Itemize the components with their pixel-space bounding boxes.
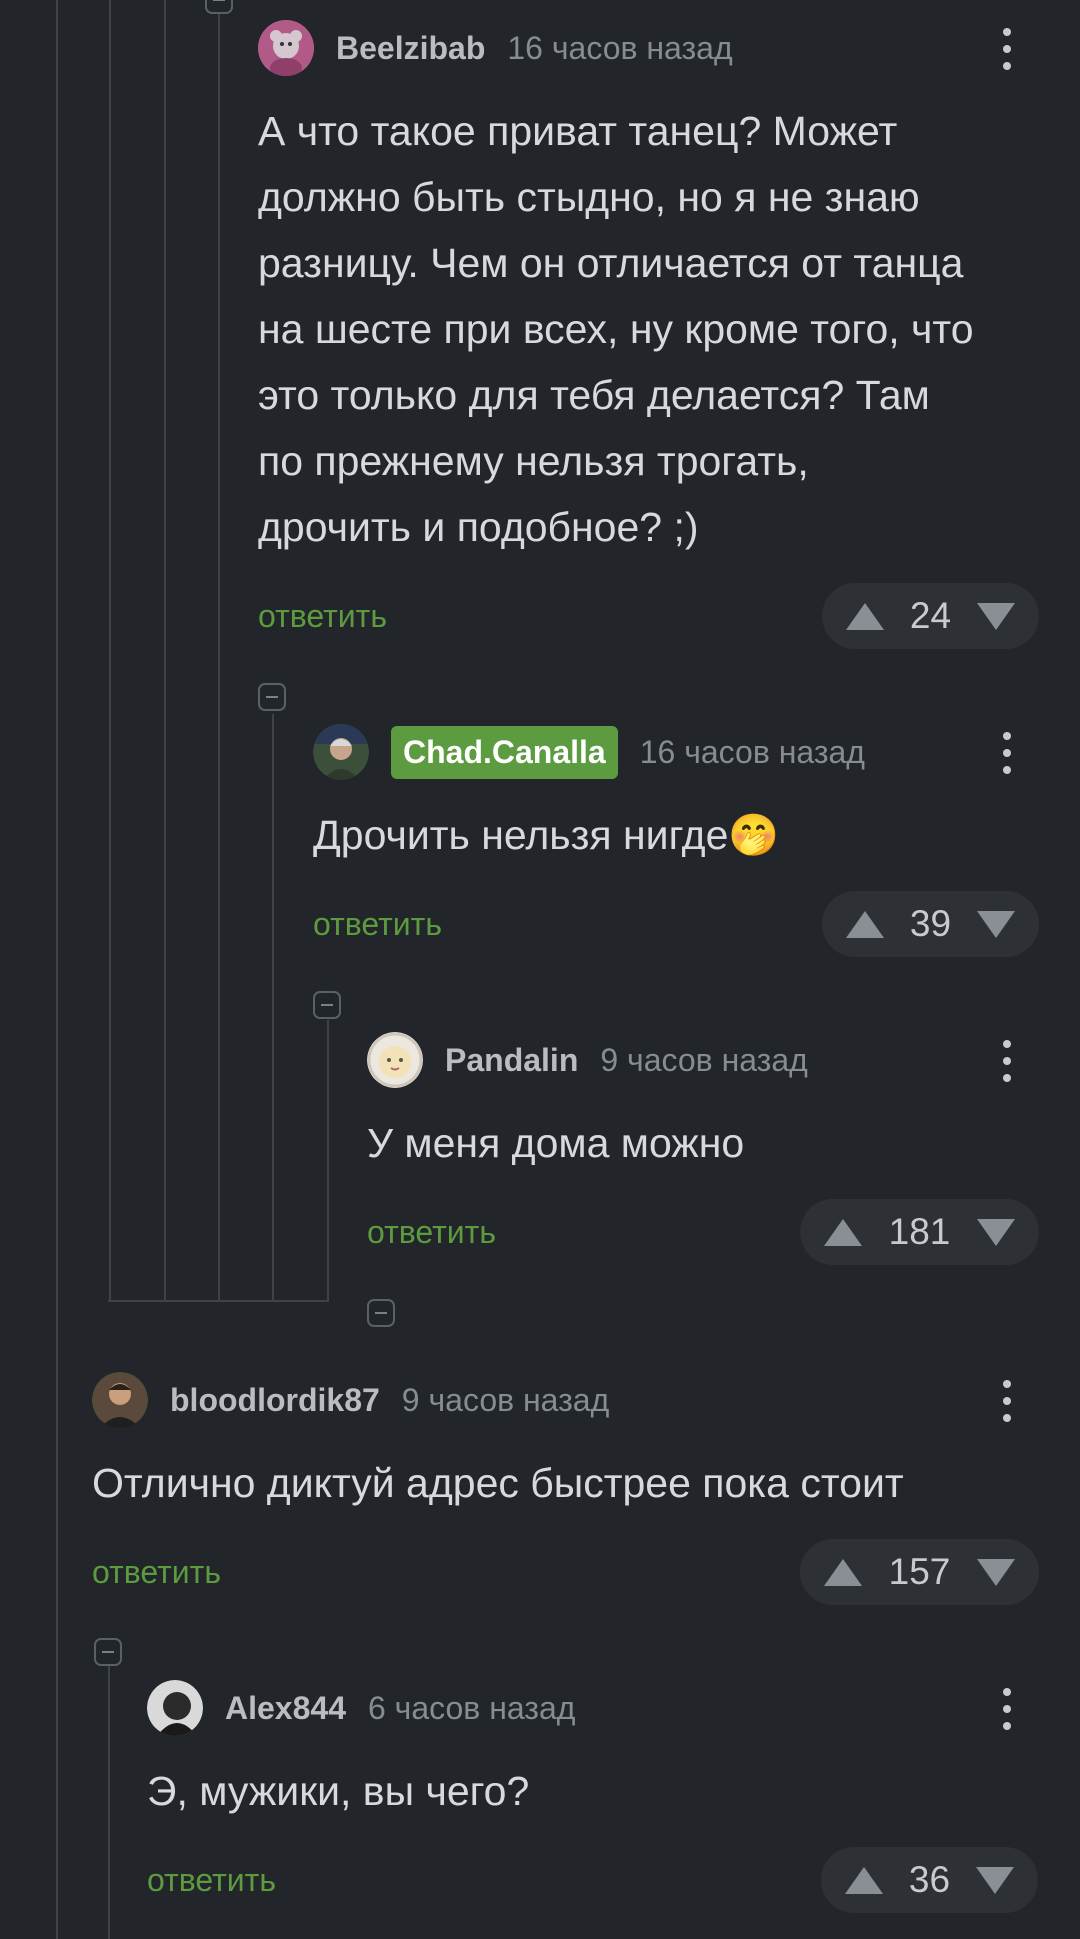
author-name[interactable]: Beelzibab xyxy=(336,30,485,67)
comment-text-line: Отлично диктуй адрес быстрее пока стоит xyxy=(92,1460,904,1506)
author-name[interactable]: Pandalin xyxy=(445,1042,578,1079)
comment-text-line: Дрочить нельзя нигде🤭 xyxy=(313,812,780,858)
reply-link[interactable]: ответить xyxy=(258,598,387,635)
comment-text: У меня дома можно xyxy=(367,1110,1047,1176)
avatar[interactable] xyxy=(258,20,314,76)
comment-text-line: на шесте при всех, ну кроме того, что xyxy=(258,306,974,352)
thread-line xyxy=(108,1300,329,1302)
comment-text-line: Э, мужики, вы чего? xyxy=(147,1768,530,1814)
rating-score: 39 xyxy=(909,903,952,944)
comment-text: Э, мужики, вы чего? xyxy=(147,1758,1047,1824)
rating-control: 39 xyxy=(822,891,1039,957)
rating-score: 24 xyxy=(909,595,952,636)
kebab-menu-icon[interactable] xyxy=(1001,1036,1013,1084)
comment-text-line: разницу. Чем он отличается от танца xyxy=(258,240,964,286)
triangle-down-icon[interactable] xyxy=(977,910,1015,938)
rating-score: 36 xyxy=(908,1859,951,1900)
thread-line xyxy=(327,1020,329,1300)
comment-header: bloodlordik87 9 часов назад xyxy=(92,1372,609,1428)
thread-line xyxy=(272,714,274,1300)
comment-time: 9 часов назад xyxy=(600,1041,808,1078)
triangle-down-icon[interactable] xyxy=(976,1218,1015,1246)
collapse-minus-icon[interactable] xyxy=(313,991,341,1019)
collapse-minus-icon[interactable] xyxy=(205,0,233,14)
comment-header: Alex844 6 часов назад xyxy=(147,1680,575,1736)
reply-link[interactable]: ответить xyxy=(147,1862,276,1899)
comment-text: Отлично диктуй адрес быстрее пока стоит xyxy=(92,1450,1052,1516)
triangle-down-icon[interactable] xyxy=(976,1866,1014,1894)
comment-time: 9 часов назад xyxy=(401,1381,610,1418)
collapse-minus-icon[interactable] xyxy=(94,1638,122,1666)
triangle-up-icon[interactable] xyxy=(845,1866,883,1894)
kebab-menu-icon[interactable] xyxy=(1001,1684,1013,1732)
comment-text-line: А что такое приват танец? Может xyxy=(258,108,898,154)
rating-control: 181 xyxy=(800,1199,1039,1265)
collapse-minus-icon[interactable] xyxy=(367,1299,395,1327)
comment-header: Beelzibab 16 часов назад xyxy=(258,20,733,76)
thread-line xyxy=(218,0,220,1300)
comment-time: 16 часов назад xyxy=(507,29,733,66)
rating-control: 157 xyxy=(800,1539,1039,1605)
rating-score: 157 xyxy=(888,1551,951,1592)
rating-control: 36 xyxy=(821,1847,1038,1913)
reply-link[interactable]: ответить xyxy=(367,1214,496,1251)
comment-text-line: по прежнему нельзя трогать, xyxy=(258,438,809,484)
collapse-minus-icon[interactable] xyxy=(258,683,286,711)
triangle-up-icon[interactable] xyxy=(824,1558,862,1586)
comment-text-line: должно быть стыдно, но я не знаю xyxy=(258,174,920,220)
comment-header: Chad.Canalla 16 часов назад xyxy=(313,724,865,780)
avatar[interactable] xyxy=(313,724,369,780)
thread-line xyxy=(56,0,58,1939)
triangle-down-icon[interactable] xyxy=(976,1558,1015,1586)
triangle-up-icon[interactable] xyxy=(846,910,884,938)
author-name[interactable]: Chad.Canalla xyxy=(391,725,618,779)
triangle-up-icon[interactable] xyxy=(846,602,884,630)
comment-time: 6 часов назад xyxy=(367,1689,576,1726)
rating-control: 24 xyxy=(822,583,1039,649)
kebab-menu-icon[interactable] xyxy=(1001,728,1013,776)
comment-text: А что такое приват танец? Может должно б… xyxy=(258,98,1058,560)
avatar[interactable] xyxy=(92,1372,148,1428)
thread-line xyxy=(109,0,111,1300)
rating-score: 181 xyxy=(888,1211,951,1252)
avatar[interactable] xyxy=(147,1680,203,1736)
comment-header: Pandalin 9 часов назад xyxy=(367,1032,808,1088)
author-name[interactable]: Alex844 xyxy=(225,1690,346,1727)
comment-text-line: У меня дома можно xyxy=(367,1120,745,1166)
thread-line xyxy=(108,1665,110,1939)
reply-link[interactable]: ответить xyxy=(92,1554,221,1591)
reply-link[interactable]: ответить xyxy=(313,906,442,943)
thread-line xyxy=(164,0,166,1300)
triangle-down-icon[interactable] xyxy=(977,602,1015,630)
triangle-up-icon[interactable] xyxy=(824,1218,862,1246)
author-name[interactable]: bloodlordik87 xyxy=(170,1382,380,1419)
comment-text-line: это только для тебя делается? Там xyxy=(258,372,930,418)
comment-time: 16 часов назад xyxy=(639,733,865,770)
comment-text-line: дрочить и подобное? ;) xyxy=(258,504,699,550)
comment-text: Дрочить нельзя нигде🤭 xyxy=(313,802,1053,868)
avatar[interactable] xyxy=(367,1032,423,1088)
kebab-menu-icon[interactable] xyxy=(1001,1376,1013,1424)
kebab-menu-icon[interactable] xyxy=(1001,24,1013,72)
